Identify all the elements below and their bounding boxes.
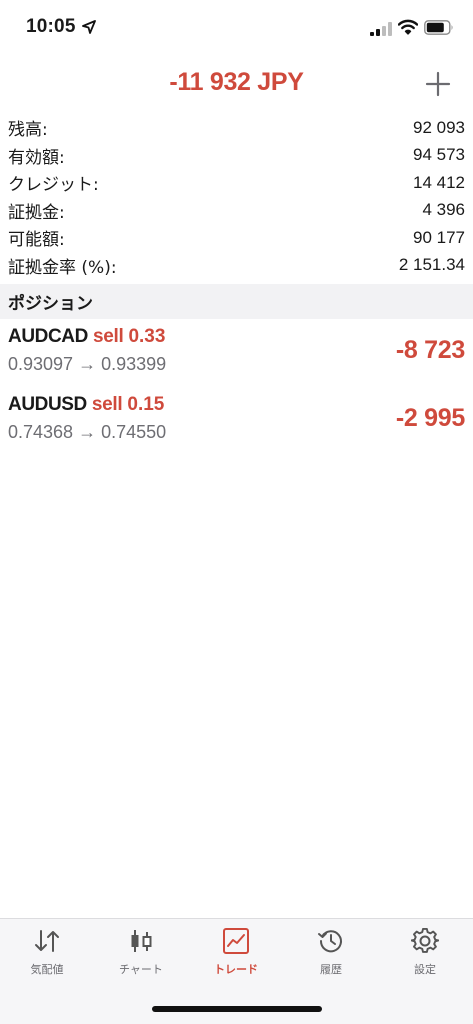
open-price: 0.74368 — [8, 422, 74, 442]
add-order-button[interactable] — [424, 70, 452, 98]
tab-label: 履歴 — [320, 963, 342, 976]
tab-quotes[interactable]: 気配値 — [0, 927, 94, 987]
summary-label: 可能額: — [8, 230, 65, 251]
position-prices: 0.74368 → 0.74550 — [8, 422, 166, 443]
trade-chart-icon — [223, 928, 249, 954]
summary-row-credit: クレジット: 14 412 — [0, 169, 473, 197]
position-row[interactable]: AUDUSD sell 0.15 0.74368 → 0.74550 -2 995 — [0, 388, 473, 454]
price-arrow: → — [78, 422, 97, 442]
position-profit: -2 995 — [395, 404, 465, 432]
position-type: sell — [92, 326, 124, 347]
position-prices: 0.93097 → 0.93399 — [8, 354, 166, 375]
summary-value: 90 177 — [413, 227, 465, 247]
summary-value: 4 396 — [422, 200, 465, 220]
summary-label: クレジット: — [8, 175, 99, 196]
summary-value: 94 573 — [413, 145, 465, 165]
summary-row-margin: 証拠金: 4 396 — [0, 197, 473, 225]
tab-settings[interactable]: 設定 — [378, 927, 472, 987]
position-title: AUDCAD sell 0.33 — [8, 326, 165, 348]
summary-value: 14 412 — [413, 172, 465, 192]
location-arrow-icon — [82, 20, 96, 34]
position-type: sell — [91, 394, 123, 415]
summary-value: 2 151.34 — [398, 255, 465, 275]
history-clock-icon — [318, 930, 342, 953]
trade-screen: 10:05 -11 932 JPY 残高: 92 093 有効額: 94 573… — [0, 0, 473, 1024]
open-price: 0.93097 — [8, 354, 74, 374]
price-arrow: → — [78, 354, 97, 374]
current-price: 0.74550 — [101, 422, 167, 442]
summary-label: 残高: — [8, 120, 48, 141]
total-profit-title: -11 932 JPY — [169, 68, 304, 96]
quotes-arrows-icon — [35, 930, 59, 952]
cellular-signal-icon — [370, 22, 392, 36]
summary-row-balance: 残高: 92 093 — [0, 114, 473, 142]
status-time: 10:05 — [26, 16, 76, 37]
tab-label: 気配値 — [30, 963, 64, 976]
position-profit: -8 723 — [395, 336, 465, 364]
gear-icon — [411, 927, 439, 953]
position-symbol: AUDUSD — [8, 394, 87, 415]
summary-label: 有効額: — [8, 147, 65, 168]
position-volume: 0.15 — [127, 394, 165, 415]
position-symbol: AUDCAD — [8, 326, 88, 347]
summary-label: 証拠金率 (%): — [8, 257, 117, 278]
header: -11 932 JPY — [0, 62, 473, 106]
current-price: 0.93399 — [101, 354, 167, 374]
position-row[interactable]: AUDCAD sell 0.33 0.93097 → 0.93399 -8 723 — [0, 320, 473, 386]
tab-history[interactable]: 履歴 — [284, 927, 378, 987]
tab-label: トレード — [214, 963, 258, 976]
position-title: AUDUSD sell 0.15 — [8, 394, 164, 416]
wifi-icon — [398, 19, 418, 35]
summary-row-equity: 有効額: 94 573 — [0, 142, 473, 170]
candlestick-icon — [131, 930, 152, 952]
tab-label: チャート — [119, 963, 163, 976]
summary-row-margin-level: 証拠金率 (%): 2 151.34 — [0, 252, 473, 280]
battery-icon — [424, 20, 453, 35]
account-summary: 残高: 92 093 有効額: 94 573 クレジット: 14 412 証拠金… — [0, 114, 473, 279]
tab-chart[interactable]: チャート — [94, 927, 188, 987]
tab-trade[interactable]: トレード — [189, 927, 283, 987]
status-bar: 10:05 — [0, 0, 473, 56]
summary-row-free-margin: 可能額: 90 177 — [0, 224, 473, 252]
position-volume: 0.33 — [128, 326, 166, 347]
summary-label: 証拠金: — [8, 202, 65, 223]
positions-section-header: ポジション — [0, 284, 473, 319]
home-indicator[interactable] — [152, 1006, 322, 1012]
tab-label: 設定 — [414, 963, 436, 976]
summary-value: 92 093 — [413, 117, 465, 137]
